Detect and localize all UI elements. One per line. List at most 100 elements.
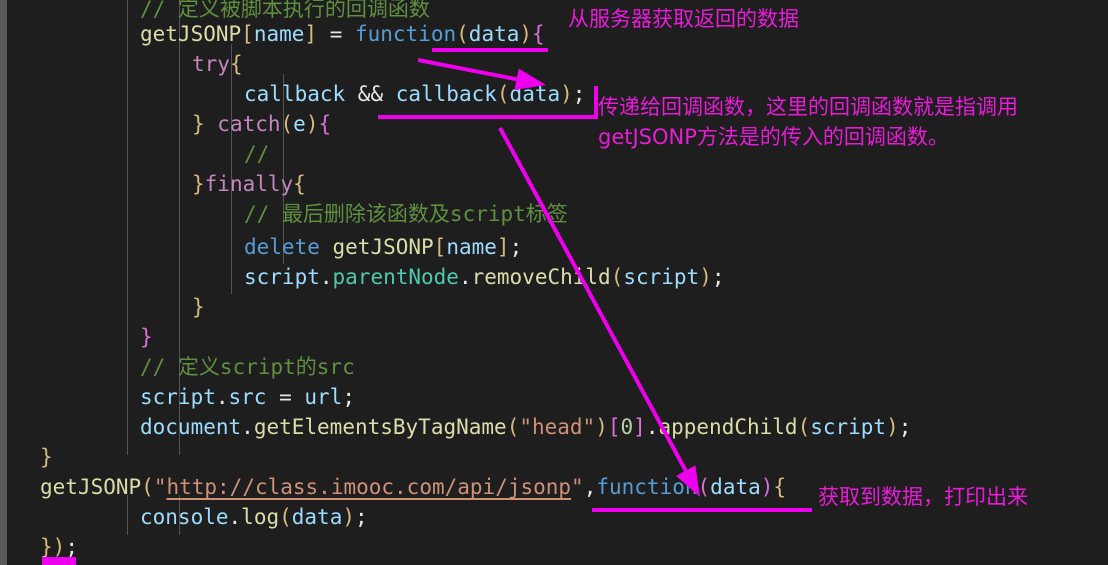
code-line[interactable]: }	[140, 322, 153, 352]
code-token: .	[228, 505, 242, 529]
code-token: script	[810, 415, 887, 439]
code-token: ]	[496, 235, 510, 259]
code-token: &&	[345, 82, 396, 106]
code-token: (	[697, 475, 711, 499]
code-token: (	[610, 265, 624, 289]
code-token: appendChild	[658, 415, 798, 439]
code-token: (	[280, 112, 294, 136]
code-token: function	[354, 22, 457, 46]
code-token: )	[52, 535, 66, 559]
underline-function-data2	[592, 508, 812, 512]
code-line[interactable]: // 定义script的src	[140, 352, 355, 382]
code-token: ;	[711, 265, 725, 289]
annotation-note-pass-callback-line1: 传递给回调函数，这里的回调函数就是指调用	[598, 95, 1018, 119]
code-token: {	[293, 172, 306, 196]
code-token: ;	[342, 385, 355, 409]
code-token: name	[446, 235, 497, 259]
code-token: ,	[583, 475, 597, 499]
code-token: )	[342, 505, 355, 529]
code-token: {	[773, 475, 787, 499]
code-line[interactable]: script.parentNode.removeChild(script);	[244, 262, 725, 292]
code-token: ]	[633, 415, 646, 439]
code-token: }	[40, 535, 53, 559]
code-token: =	[317, 22, 355, 46]
code-token: script	[140, 385, 216, 409]
code-line[interactable]: }	[40, 442, 53, 472]
annotation-note-print-data: 获取到数据，打印出来	[818, 485, 1028, 509]
code-token: {	[229, 52, 243, 76]
code-token: data	[509, 82, 561, 106]
code-token: )	[595, 415, 608, 439]
code-line[interactable]: } catch(e){	[192, 109, 331, 139]
code-token: document	[140, 415, 242, 439]
code-content[interactable]: // 定义被脚本执行的回调函数 getJSONP[name] = function…	[0, 0, 1108, 565]
code-token: // 定义script的src	[140, 355, 355, 379]
code-token: url	[304, 385, 343, 409]
code-token: (	[141, 475, 154, 499]
code-token: parentNode	[332, 265, 459, 289]
code-line[interactable]: //	[244, 139, 269, 169]
code-line[interactable]: delete getJSONP[name];	[244, 232, 522, 262]
code-token: }	[192, 112, 218, 136]
code-token: =	[266, 385, 305, 409]
code-token: log	[241, 505, 280, 529]
code-token: // 最后删除该函数及script标签	[244, 202, 568, 226]
code-token: (	[506, 415, 520, 439]
code-token: script	[623, 265, 700, 289]
code-token: )	[886, 415, 899, 439]
code-token: data	[710, 475, 761, 499]
code-editor-screenshot: // 定义被脚本执行的回调函数 getJSONP[name] = function…	[0, 0, 1108, 565]
code-token: )	[560, 82, 573, 106]
code-token: )	[519, 22, 533, 46]
code-line[interactable]: document.getElementsByTagName("head")[0]…	[140, 412, 911, 442]
code-token: }	[192, 172, 205, 196]
code-line[interactable]: console.log(data);	[140, 502, 368, 532]
code-token: src	[228, 385, 267, 409]
code-line[interactable]: getJSONP[name] = function(data){	[140, 19, 545, 49]
code-token: getElementsByTagName	[253, 415, 507, 439]
annotation-note-pass-callback-line2: getJSONP方法是的传入的回调函数。	[598, 125, 949, 149]
code-token: [	[241, 22, 254, 46]
code-line[interactable]: getJSONP("http://class.imooc.com/api/jso…	[40, 472, 786, 502]
code-token: ;	[355, 505, 368, 529]
code-token: ;	[572, 82, 586, 106]
code-token: (	[456, 22, 469, 46]
code-line[interactable]: script.src = url;	[140, 382, 355, 412]
code-token: name	[253, 22, 305, 46]
code-token: (	[797, 415, 811, 439]
code-token: (	[496, 82, 510, 106]
code-token: getJSONP	[40, 475, 142, 499]
code-token: getJSONP	[332, 235, 434, 259]
code-line[interactable]: callback && callback(data);	[244, 79, 585, 109]
code-token: getJSONP	[140, 22, 242, 46]
code-token: ;	[509, 235, 523, 259]
code-token: try	[192, 52, 230, 76]
code-token: }	[192, 295, 205, 319]
code-token: delete	[244, 235, 320, 259]
code-token: )	[305, 112, 319, 136]
code-token: "head"	[519, 415, 596, 439]
code-token: (	[279, 505, 292, 529]
code-token: callback	[244, 82, 346, 106]
code-token: .	[645, 415, 659, 439]
code-token: }	[40, 445, 53, 469]
code-token: {	[532, 22, 545, 46]
code-token: "	[571, 475, 584, 499]
code-line[interactable]: // 最后删除该函数及script标签	[244, 199, 568, 229]
code-line[interactable]: try{	[192, 49, 243, 79]
code-line[interactable]: }finally{	[192, 169, 306, 199]
code-token: ;	[898, 415, 912, 439]
code-token: .	[319, 265, 333, 289]
code-token: ;	[65, 535, 78, 559]
code-token: removeChild	[471, 265, 611, 289]
underline-function-data	[432, 48, 548, 52]
code-line[interactable]: }	[192, 292, 205, 322]
code-token: // 定义被脚本执行的回调函数	[140, 0, 430, 21]
code-token: function	[596, 475, 698, 499]
code-token: ]	[304, 22, 318, 46]
code-token: console	[140, 505, 229, 529]
code-token: 0	[620, 415, 634, 439]
code-token: [	[433, 235, 447, 259]
code-token: }	[140, 325, 153, 349]
